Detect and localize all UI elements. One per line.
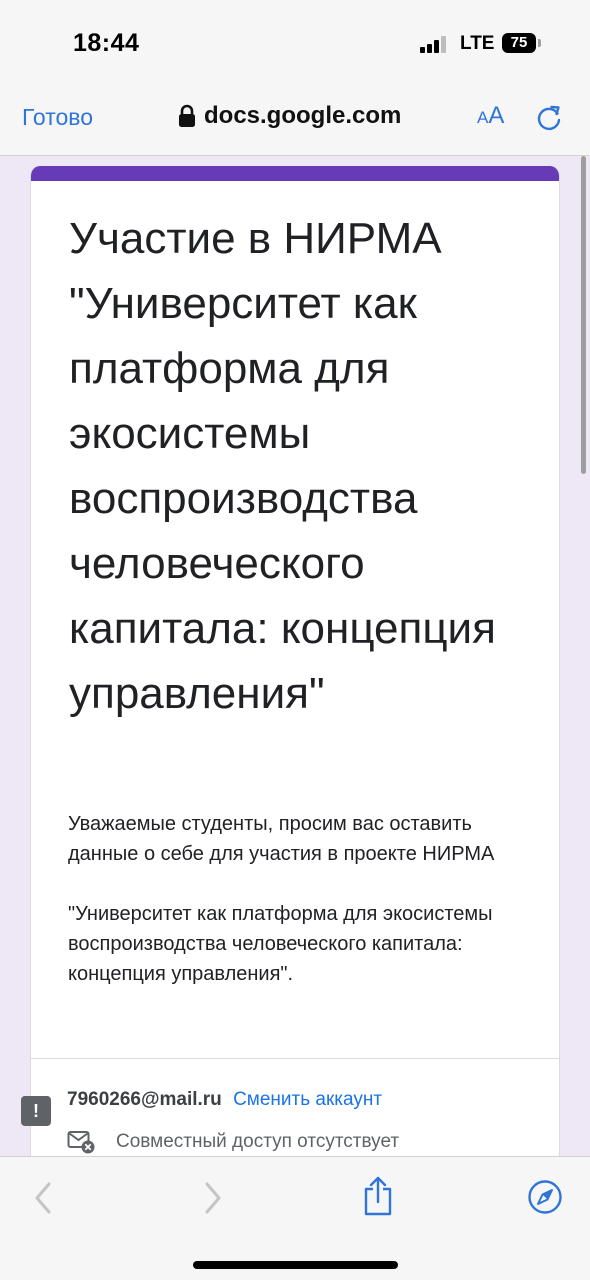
text-size-small-a: A — [477, 108, 489, 127]
done-button[interactable]: Готово — [22, 104, 93, 131]
home-indicator — [193, 1261, 398, 1269]
text-size-large-a: A — [488, 102, 505, 129]
share-icon[interactable] — [362, 1175, 394, 1217]
form-title: Участие в НИРМА "Университет как платфор… — [69, 214, 496, 718]
text-size-button[interactable]: AA — [477, 102, 504, 130]
account-row: 7960266@mail.ru Сменить аккаунт — [67, 1087, 382, 1113]
not-shared-row: Совместный доступ отсутствует — [67, 1130, 399, 1154]
status-bar: 18:44 LTE 75 — [0, 0, 590, 82]
lock-icon — [179, 104, 195, 127]
page-content: Участие в НИРМА "Университет как платфор… — [0, 156, 590, 1156]
safari-compass-icon[interactable] — [527, 1179, 563, 1215]
signal-strength-icon — [420, 36, 450, 53]
page-scrollbar[interactable] — [581, 156, 586, 474]
forward-icon[interactable] — [202, 1181, 224, 1215]
account-email: 7960266@mail.ru — [67, 1089, 222, 1110]
browser-top-bar: Готово docs.google.com AA — [0, 82, 590, 156]
feedback-icon: ! — [33, 1101, 39, 1121]
not-shared-text: Совместный доступ отсутствует — [116, 1131, 400, 1152]
card-accent-bar — [31, 166, 559, 181]
form-description: Уважаемые студенты, просим вас оставить … — [68, 813, 495, 985]
back-icon[interactable] — [32, 1181, 54, 1215]
battery-cap — [538, 39, 541, 47]
network-type: LTE — [460, 33, 495, 54]
address-bar[interactable]: docs.google.com — [178, 100, 401, 132]
url-text: docs.google.com — [204, 102, 402, 129]
bottom-toolbar — [0, 1156, 590, 1280]
form-header-card: Участие в НИРМА "Университет как платфор… — [30, 166, 560, 1156]
email-not-shared-icon — [67, 1131, 95, 1154]
card-divider — [31, 1058, 559, 1059]
battery-icon: 75 — [502, 33, 536, 53]
battery-level: 75 — [510, 34, 528, 51]
status-time: 18:44 — [73, 29, 140, 57]
switch-account-link[interactable]: Сменить аккаунт — [233, 1089, 382, 1110]
reload-icon[interactable] — [535, 104, 563, 132]
feedback-button[interactable]: ! — [21, 1096, 51, 1126]
